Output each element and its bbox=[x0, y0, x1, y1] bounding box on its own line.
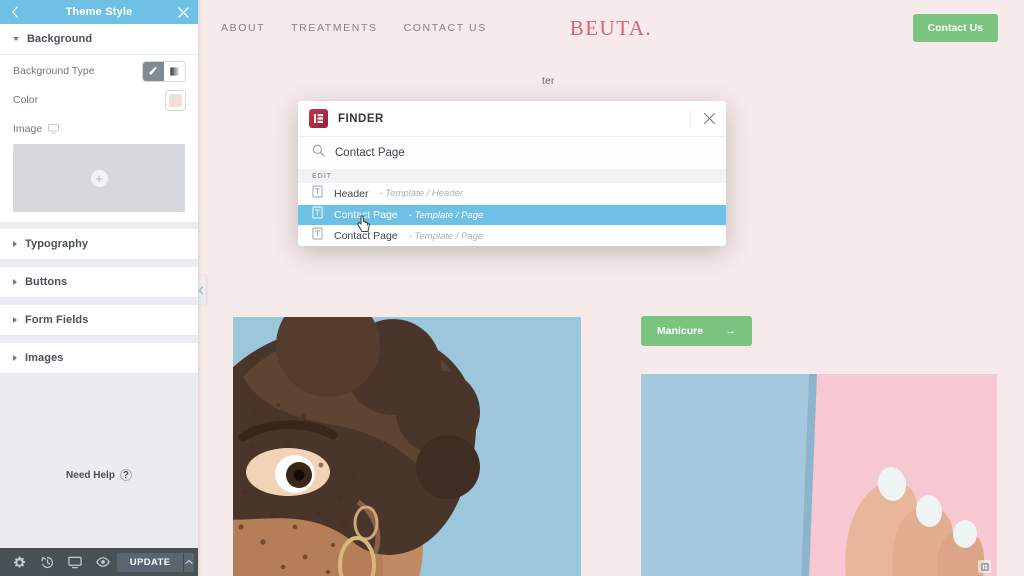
background-type-row: Background Type bbox=[13, 55, 185, 84]
section-label: Form Fields bbox=[25, 314, 89, 326]
finder-result-row[interactable]: Contact Page - Template / Page bbox=[298, 225, 726, 246]
close-icon[interactable] bbox=[176, 5, 190, 19]
section-divider bbox=[0, 298, 198, 305]
contact-us-button[interactable]: Contact Us bbox=[912, 14, 998, 42]
background-color-row: Color bbox=[13, 84, 185, 113]
section-divider bbox=[0, 336, 198, 343]
elementor-logo-icon bbox=[309, 109, 328, 128]
theme-style-panel: Theme Style Background Background Type C… bbox=[0, 0, 198, 576]
site-navbar: ABOUT TREATMENTS CONTACT US BEUTA. Conta… bbox=[198, 0, 1024, 56]
section-label: Buttons bbox=[25, 276, 68, 288]
plus-icon: + bbox=[90, 169, 108, 187]
background-image-label-text: Image bbox=[13, 123, 43, 135]
chevron-right-icon bbox=[13, 355, 17, 361]
panel-title: Theme Style bbox=[65, 6, 133, 18]
close-icon[interactable] bbox=[690, 108, 716, 129]
nav-link-treatments[interactable]: TREATMENTS bbox=[291, 22, 377, 34]
site-preview: ABOUT TREATMENTS CONTACT US BEUTA. Conta… bbox=[198, 0, 1024, 576]
finder-result-row[interactable]: Header - Template / Header bbox=[298, 183, 726, 204]
finder-search-row bbox=[298, 137, 726, 170]
finder-search-input[interactable] bbox=[335, 147, 712, 159]
nav-link-about[interactable]: ABOUT bbox=[221, 22, 265, 34]
panel-spacer bbox=[0, 482, 198, 548]
section-header-typography[interactable]: Typography bbox=[0, 229, 198, 260]
color-swatch[interactable] bbox=[166, 90, 185, 110]
section-label: Background bbox=[27, 33, 93, 45]
manicure-button[interactable]: Manicure → bbox=[641, 316, 752, 346]
finder-result-meta: - Template / Page bbox=[408, 209, 484, 221]
section-label: Images bbox=[25, 352, 64, 364]
update-button[interactable]: UPDATE bbox=[116, 552, 184, 572]
hero-subtitle: ter bbox=[542, 76, 555, 87]
update-button-group: UPDATE bbox=[116, 552, 194, 572]
elementor-badge-icon bbox=[978, 560, 991, 573]
nav-link-contact-us[interactable]: CONTACT US bbox=[404, 22, 487, 34]
photo-face-scrub-art bbox=[233, 317, 581, 576]
section-header-images[interactable]: Images bbox=[0, 343, 198, 374]
finder-result-title: Contact Page bbox=[334, 230, 398, 242]
finder-results: Header - Template / Header Contact Page … bbox=[298, 183, 726, 246]
chevron-right-icon bbox=[13, 279, 17, 285]
background-image-label: Image bbox=[13, 123, 60, 135]
section-header-background[interactable]: Background bbox=[0, 24, 198, 55]
caret-up-icon[interactable] bbox=[183, 552, 194, 572]
history-revisions-icon[interactable] bbox=[34, 548, 62, 576]
question-circle-icon: ? bbox=[119, 469, 132, 481]
background-section-body: Background Type Color Image + bbox=[0, 55, 198, 222]
need-help-area: Need Help ? bbox=[0, 446, 198, 483]
finder-result-row[interactable]: Contact Page - Template / Page bbox=[298, 204, 726, 225]
manicure-button-label: Manicure bbox=[657, 325, 704, 337]
chevron-right-icon bbox=[13, 241, 17, 247]
section-label: Typography bbox=[25, 238, 89, 250]
section-divider bbox=[0, 374, 198, 381]
preview-eye-icon[interactable] bbox=[89, 548, 117, 576]
panel-footer-toolbar: UPDATE bbox=[0, 548, 198, 576]
need-help-label: Need Help bbox=[66, 469, 115, 481]
photo-manicure bbox=[641, 374, 997, 576]
finder-modal: FINDER EDIT Header - Template / Header bbox=[298, 101, 726, 246]
background-type-label: Background Type bbox=[13, 65, 95, 77]
finder-group-label: EDIT bbox=[298, 170, 726, 183]
background-type-toggle bbox=[143, 61, 185, 81]
finder-result-title: Contact Page bbox=[334, 209, 398, 221]
background-image-dropzone[interactable]: + bbox=[13, 144, 185, 212]
background-image-row: Image bbox=[13, 113, 185, 142]
need-help-link[interactable]: Need Help ? bbox=[66, 469, 132, 481]
finder-header: FINDER bbox=[298, 101, 726, 137]
chevron-right-icon bbox=[13, 317, 17, 323]
settings-gear-icon[interactable] bbox=[6, 548, 34, 576]
finder-result-meta: - Template / Header bbox=[379, 188, 464, 199]
finder-title: FINDER bbox=[338, 112, 384, 125]
chevron-left-icon[interactable] bbox=[8, 5, 22, 19]
brush-icon[interactable] bbox=[143, 61, 164, 81]
panel-header: Theme Style bbox=[0, 0, 198, 24]
template-document-icon bbox=[312, 227, 323, 245]
background-color-label: Color bbox=[13, 94, 39, 106]
responsive-mode-icon[interactable] bbox=[61, 548, 89, 576]
search-icon bbox=[312, 144, 325, 162]
desktop-icon[interactable] bbox=[48, 124, 60, 134]
nav-links: ABOUT TREATMENTS CONTACT US bbox=[221, 22, 487, 34]
photo-face-scrub bbox=[233, 317, 581, 576]
section-header-form-fields[interactable]: Form Fields bbox=[0, 305, 198, 336]
section-divider bbox=[0, 260, 198, 267]
finder-result-title: Header bbox=[334, 187, 369, 200]
section-header-buttons[interactable]: Buttons bbox=[0, 267, 198, 298]
chevron-down-icon bbox=[13, 37, 19, 41]
gradient-icon[interactable] bbox=[164, 61, 185, 81]
finder-result-meta: - Template / Page bbox=[408, 230, 484, 242]
arrow-right-icon: → bbox=[725, 325, 736, 337]
template-document-icon bbox=[312, 206, 323, 224]
template-document-icon bbox=[312, 185, 323, 203]
photo-manicure-art bbox=[641, 374, 997, 576]
section-divider bbox=[0, 222, 198, 229]
panel-body: Background Background Type Color Image +… bbox=[0, 24, 198, 447]
screen: ABOUT TREATMENTS CONTACT US BEUTA. Conta… bbox=[0, 0, 1024, 576]
